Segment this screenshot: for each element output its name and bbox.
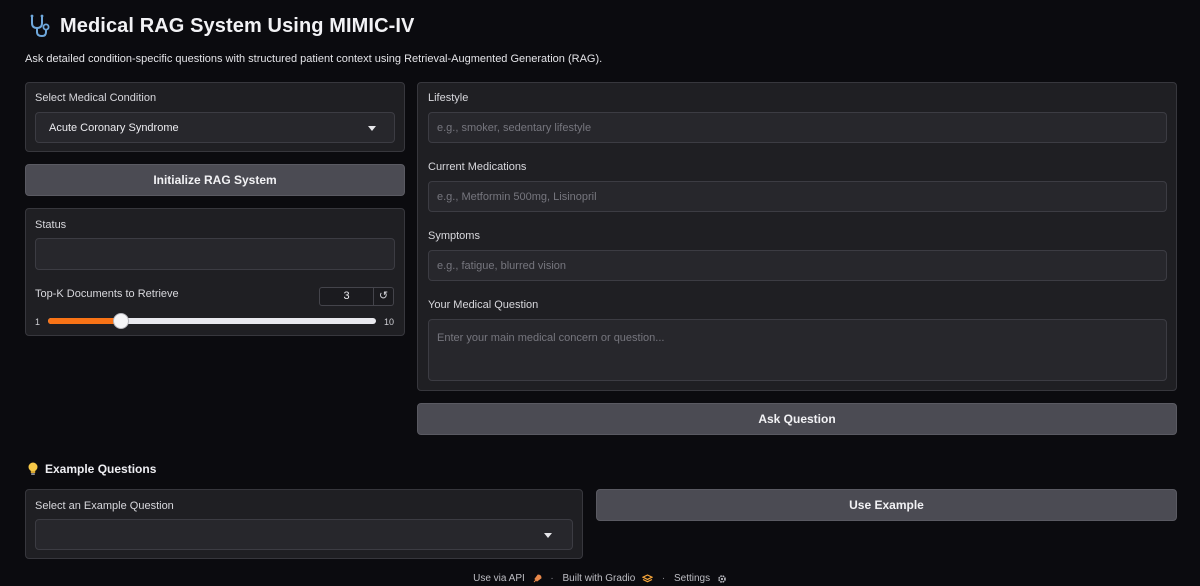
condition-dropdown[interactable]: Acute Coronary Syndrome xyxy=(35,112,395,143)
question-textarea[interactable]: Enter your main medical concern or quest… xyxy=(428,319,1167,381)
lightbulb-icon xyxy=(28,462,38,475)
page-header: Medical RAG System Using MIMIC-IV xyxy=(26,12,414,40)
question-placeholder: Enter your main medical concern or quest… xyxy=(437,332,665,344)
gradio-logo-icon xyxy=(642,573,654,582)
condition-dropdown-value: Acute Coronary Syndrome xyxy=(49,121,179,134)
medications-input[interactable]: e.g., Metformin 500mg, Lisinopril xyxy=(428,181,1167,212)
medications-label: Current Medications xyxy=(428,161,527,173)
slider-max-label: 10 xyxy=(384,317,395,327)
status-output xyxy=(35,238,395,270)
footer: Use via API · Built with Gradio · Settin… xyxy=(0,573,1200,584)
initialize-rag-button[interactable]: Initialize RAG System xyxy=(25,164,405,196)
example-question-dropdown[interactable] xyxy=(35,519,573,550)
topk-label: Top-K Documents to Retrieve xyxy=(35,288,179,300)
condition-label: Select Medical Condition xyxy=(35,92,157,104)
use-via-api-link[interactable]: Use via API xyxy=(473,573,525,584)
symptoms-input[interactable]: e.g., fatigue, blurred vision xyxy=(428,250,1167,281)
use-example-button[interactable]: Use Example xyxy=(596,489,1177,521)
status-label: Status xyxy=(35,219,67,231)
chevron-down-icon xyxy=(544,532,552,538)
medications-placeholder: e.g., Metformin 500mg, Lisinopril xyxy=(437,190,597,203)
topk-slider[interactable] xyxy=(48,313,376,329)
question-label: Your Medical Question xyxy=(428,299,539,311)
chevron-down-icon xyxy=(368,125,376,131)
symptoms-label: Symptoms xyxy=(428,230,480,242)
example-questions-title: Example Questions xyxy=(45,462,157,476)
built-with-gradio-link[interactable]: Built with Gradio xyxy=(562,573,635,584)
gear-icon xyxy=(718,574,726,583)
example-select-label: Select an Example Question xyxy=(35,500,174,512)
lifestyle-label: Lifestyle xyxy=(428,92,469,104)
topk-slider-handle[interactable] xyxy=(112,313,129,329)
lifestyle-placeholder: e.g., smoker, sedentary lifestyle xyxy=(437,121,592,134)
status-panel xyxy=(25,208,405,336)
symptoms-placeholder: e.g., fatigue, blurred vision xyxy=(437,259,567,272)
reset-icon[interactable]: ↺ xyxy=(374,287,394,306)
settings-link[interactable]: Settings xyxy=(674,573,710,584)
topk-slider-fill xyxy=(48,318,121,324)
rocket-icon xyxy=(533,573,542,582)
slider-min-label: 1 xyxy=(35,317,41,327)
page-title: Medical RAG System Using MIMIC-IV xyxy=(60,14,415,37)
stethoscope-icon xyxy=(30,14,50,38)
example-questions-heading: Example Questions xyxy=(27,461,156,477)
ask-question-button[interactable]: Ask Question xyxy=(417,403,1177,435)
page-subtitle: Ask detailed condition-specific question… xyxy=(25,53,603,65)
topk-number-input[interactable]: 3 xyxy=(319,287,374,306)
lifestyle-input[interactable]: e.g., smoker, sedentary lifestyle xyxy=(428,112,1167,143)
